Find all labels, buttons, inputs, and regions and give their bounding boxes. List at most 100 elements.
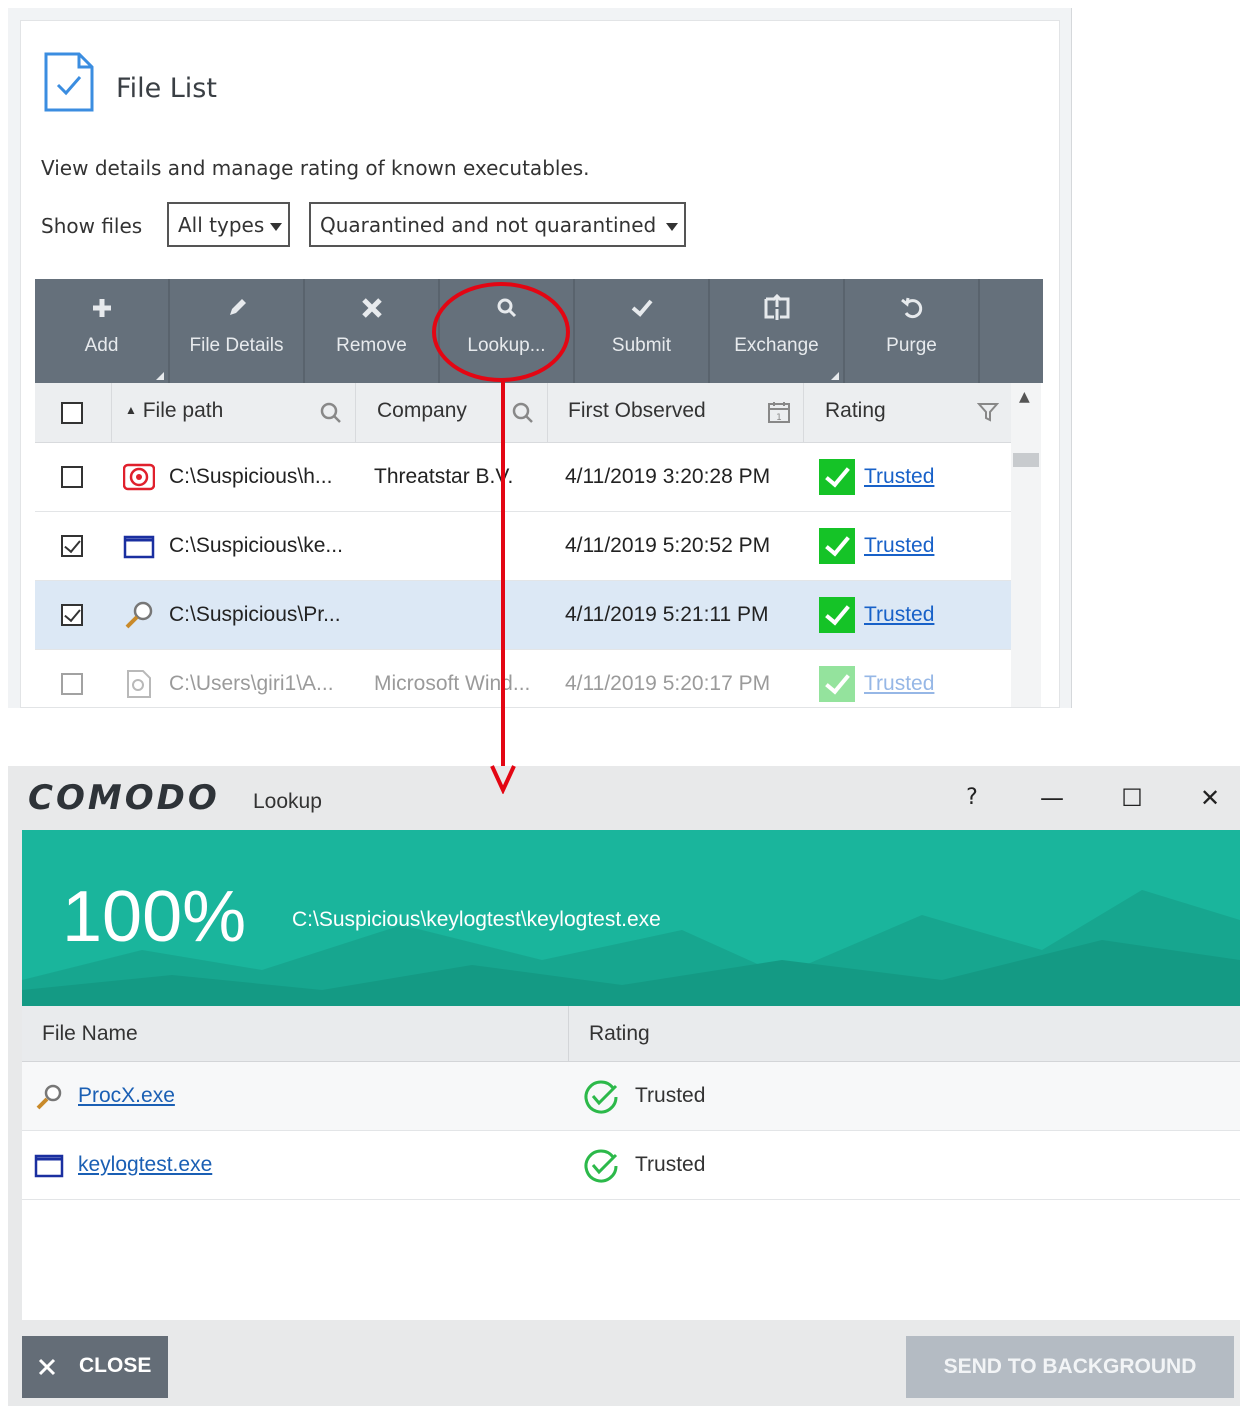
first-observed-cell: 4/11/2019 5:20:17 PM — [565, 672, 771, 695]
comodo-logo: COMODO — [28, 778, 220, 818]
company-cell: Microsoft Wind... — [374, 672, 531, 695]
annotation-circle — [432, 282, 570, 382]
target-app-icon — [123, 463, 155, 491]
result-rating: Trusted — [635, 1084, 706, 1107]
submit-label: Submit — [611, 335, 672, 356]
magnifier-app-icon — [125, 601, 153, 629]
close-button[interactable]: CLOSE — [22, 1336, 168, 1398]
current-file-path: C:\Suspicious\keylogtest\keylogtest.exe — [292, 908, 661, 931]
lookup-results-table: File Name Rating ProcX.exe Trusted keylo… — [22, 1006, 1240, 1320]
rating-column-header[interactable]: Rating — [569, 1006, 1240, 1062]
dropdown-corner-icon — [831, 372, 839, 380]
row-checkbox[interactable] — [61, 673, 83, 695]
vertical-scrollbar[interactable]: ▲ — [1011, 383, 1041, 707]
rating-link[interactable]: Trusted — [864, 603, 934, 627]
table-row[interactable]: C:\Suspicious\Pr... 4/11/2019 5:21:11 PM… — [35, 581, 1011, 650]
rating-column-header[interactable]: Rating — [825, 383, 886, 443]
purge-label: Purge — [886, 335, 937, 356]
result-file-link[interactable]: keylogtest.exe — [78, 1153, 212, 1177]
table-row[interactable]: ProcX.exe Trusted — [22, 1062, 1240, 1131]
table-row[interactable]: C:\Suspicious\h... Threatstar B.V. 4/11/… — [35, 443, 1011, 512]
file-list-title: File List — [116, 73, 217, 104]
quarantine-filter-value: Quarantined and not quarantined — [320, 213, 657, 237]
trusted-circle-check-icon — [584, 1149, 618, 1183]
result-file-link[interactable]: ProcX.exe — [78, 1084, 175, 1108]
filter-icon[interactable] — [977, 401, 999, 423]
search-icon[interactable] — [319, 401, 343, 425]
file-table-header: ▲ File path Company First Observed 1 Rat… — [35, 383, 1011, 443]
trusted-check-icon — [819, 597, 855, 633]
dropdown-corner-icon — [156, 372, 164, 380]
scrollbar-thumb[interactable] — [1013, 453, 1039, 467]
exchange-icon — [764, 293, 789, 320]
calendar-icon[interactable]: 1 — [767, 400, 791, 424]
file-path-cell: C:\Users\giri1\A... — [169, 672, 334, 695]
plus-icon — [92, 299, 111, 317]
window-app-icon — [123, 535, 155, 559]
maximize-button[interactable]: ☐ — [1112, 778, 1152, 818]
company-column-header[interactable]: Company — [377, 383, 467, 443]
chevron-down-icon — [270, 223, 282, 231]
file-details-label: File Details — [189, 335, 284, 356]
file-path-column-header[interactable]: ▲ File path — [125, 383, 223, 443]
checkmark-icon — [631, 299, 653, 317]
file-check-icon — [44, 52, 94, 112]
dialog-titlebar: COMODO Lookup ? — ☐ ✕ — [8, 766, 1240, 830]
table-row[interactable]: C:\Suspicious\ke... 4/11/2019 5:20:52 PM… — [35, 512, 1011, 581]
file-path-cell: C:\Suspicious\h... — [169, 465, 333, 488]
remove-label: Remove — [336, 335, 407, 356]
submit-button[interactable]: Submit — [575, 279, 710, 383]
first-observed-cell: 4/11/2019 5:20:52 PM — [565, 534, 771, 557]
scroll-up-icon[interactable]: ▲ — [1019, 389, 1030, 405]
search-icon[interactable] — [511, 401, 535, 425]
window-app-icon — [34, 1154, 64, 1178]
show-files-label: Show files — [41, 214, 143, 238]
minimize-button[interactable]: — — [1032, 778, 1072, 818]
file-path-cell: C:\Suspicious\ke... — [169, 534, 343, 557]
trusted-check-icon — [819, 459, 855, 495]
close-button-label: CLOSE — [79, 1354, 152, 1377]
rating-link[interactable]: Trusted — [864, 465, 934, 489]
help-button[interactable]: ? — [952, 778, 992, 818]
remove-button[interactable]: Remove — [305, 279, 440, 383]
remove-x-icon — [361, 298, 382, 318]
file-details-button[interactable]: File Details — [170, 279, 305, 383]
purge-button[interactable]: Purge — [845, 279, 980, 383]
lookup-dialog: COMODO Lookup ? — ☐ ✕ 100% C:\Suspicious… — [8, 766, 1240, 1406]
select-all-checkbox[interactable] — [61, 402, 83, 424]
rating-link[interactable]: Trusted — [864, 672, 934, 696]
company-cell: Threatstar B.V. — [374, 465, 514, 488]
add-label: Add — [84, 335, 119, 356]
magnifier-app-icon — [36, 1084, 62, 1110]
first-observed-cell: 4/11/2019 3:20:28 PM — [565, 465, 771, 488]
chevron-down-icon — [666, 223, 678, 231]
file-path-header-label: File path — [142, 399, 224, 422]
exchange-label: Exchange — [734, 335, 819, 356]
row-checkbox[interactable] — [61, 535, 83, 557]
dialog-title: Lookup — [253, 790, 322, 813]
add-button[interactable]: Add — [35, 279, 170, 383]
close-icon — [38, 1358, 56, 1376]
first-observed-column-header[interactable]: First Observed — [568, 383, 706, 443]
trusted-check-icon — [819, 666, 855, 702]
table-row[interactable]: keylogtest.exe Trusted — [22, 1131, 1240, 1200]
trusted-circle-check-icon — [584, 1080, 618, 1114]
progress-percent: 100% — [62, 877, 247, 957]
annotation-arrow-head — [490, 765, 516, 794]
row-checkbox[interactable] — [61, 604, 83, 626]
type-filter-dropdown[interactable]: All types — [167, 202, 290, 247]
first-observed-cell: 4/11/2019 5:21:11 PM — [565, 603, 769, 626]
rating-link[interactable]: Trusted — [864, 534, 934, 558]
row-checkbox[interactable] — [61, 466, 83, 488]
svg-text:1: 1 — [776, 413, 782, 423]
send-to-background-button[interactable]: SEND TO BACKGROUND — [906, 1336, 1234, 1398]
exchange-button[interactable]: Exchange — [710, 279, 845, 383]
file-path-cell: C:\Suspicious\Pr... — [169, 603, 341, 626]
table-row[interactable]: C:\Users\giri1\A... Microsoft Wind... 4/… — [35, 650, 1011, 707]
sort-ascending-icon: ▲ — [125, 403, 137, 417]
close-window-button[interactable]: ✕ — [1190, 778, 1230, 818]
file-name-column-header[interactable]: File Name — [22, 1006, 569, 1062]
annotation-arrow-line — [501, 380, 505, 780]
quarantine-filter-dropdown[interactable]: Quarantined and not quarantined — [309, 202, 686, 247]
progress-banner: 100% C:\Suspicious\keylogtest\keylogtest… — [22, 830, 1240, 1006]
